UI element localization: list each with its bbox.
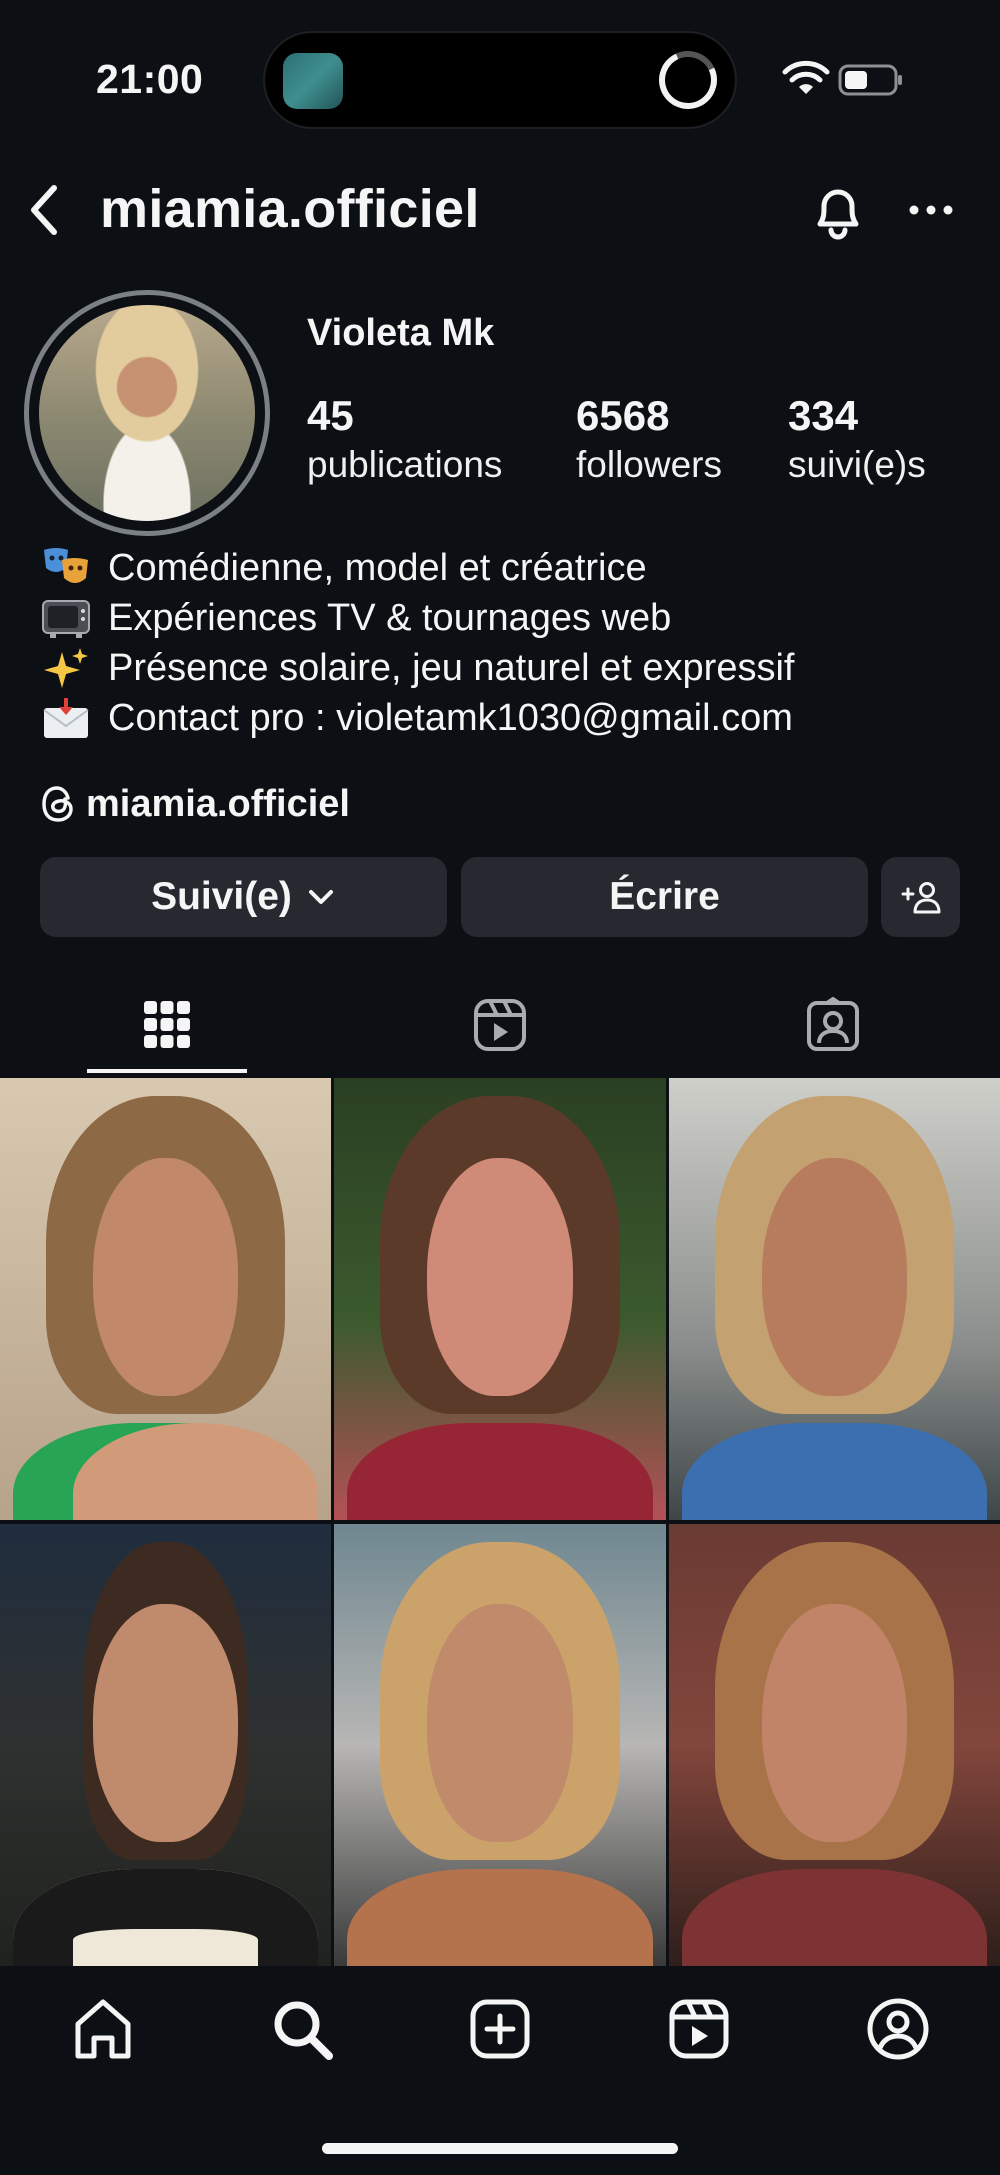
sparkles-icon <box>44 648 88 688</box>
tagged-icon <box>806 997 859 1051</box>
dynamic-island[interactable] <box>265 33 735 127</box>
tab-tagged[interactable] <box>666 975 999 1075</box>
message-button[interactable]: Écrire <box>461 857 868 937</box>
bio-line: Expériences TV & tournages web <box>40 593 980 643</box>
bio-text: Comédienne, model et créatrice <box>108 547 647 589</box>
header-username: miamia.officiel <box>100 179 480 239</box>
bio-line: Comédienne, model et créatrice <box>40 543 980 593</box>
wifi-icon <box>782 60 830 94</box>
stat-following[interactable]: 334 suivi(e)s <box>788 390 926 488</box>
add-person-icon <box>901 882 940 914</box>
back-arrow-icon[interactable] <box>22 180 66 240</box>
stat-posts[interactable]: 45 publications <box>307 390 502 488</box>
notification-bell-icon[interactable] <box>808 180 868 244</box>
status-time: 21:00 <box>96 56 204 102</box>
profile-bio: Comédienne, model et créatrice Expérienc… <box>40 543 980 743</box>
following-button[interactable]: Suivi(e) <box>40 857 447 937</box>
suggest-people-button[interactable] <box>881 857 960 937</box>
posts-count: 45 <box>307 392 354 439</box>
tab-posts-grid[interactable] <box>0 975 333 1075</box>
chevron-down-icon <box>308 890 333 904</box>
post-thumbnail[interactable] <box>0 1524 331 1966</box>
home-indicator[interactable] <box>322 2143 678 2154</box>
status-bar: 21:00 <box>0 0 1000 160</box>
profile-avatar <box>39 305 255 521</box>
envelope-with-arrow-icon <box>43 698 89 738</box>
activity-progress-icon <box>650 42 726 118</box>
stat-followers[interactable]: 6568 followers <box>576 390 722 488</box>
television-icon <box>42 600 90 638</box>
threads-link[interactable]: miamia.officiel <box>40 778 350 830</box>
posts-label: publications <box>307 444 503 485</box>
profile-tabs <box>0 975 1000 1075</box>
more-options-icon[interactable] <box>906 190 956 230</box>
create-icon[interactable] <box>467 1996 533 2062</box>
reels-icon <box>473 999 526 1051</box>
grid-icon <box>143 1001 190 1048</box>
reels-icon[interactable] <box>666 1996 732 2062</box>
bio-text: Contact pro : violetamk1030@gmail.com <box>108 697 793 739</box>
post-thumbnail[interactable] <box>669 1078 1000 1520</box>
profile-icon[interactable] <box>865 1996 931 2062</box>
performing-arts-icon <box>44 548 88 583</box>
tab-reels[interactable] <box>333 975 666 1075</box>
following-button-label: Suivi(e) <box>151 875 292 918</box>
display-name: Violeta Mk <box>307 312 495 354</box>
posts-grid <box>0 1078 1000 1966</box>
bio-line: Contact pro : violetamk1030@gmail.com <box>40 693 980 743</box>
profile-header: miamia.officiel <box>0 160 1000 260</box>
following-label: suivi(e)s <box>788 444 926 485</box>
post-thumbnail[interactable] <box>334 1524 666 1966</box>
battery-icon <box>838 64 902 96</box>
following-count: 334 <box>788 392 859 439</box>
bio-text: Expériences TV & tournages web <box>108 597 672 639</box>
post-thumbnail[interactable] <box>669 1524 1000 1966</box>
now-playing-thumbnail <box>283 53 343 109</box>
followers-count: 6568 <box>576 392 670 439</box>
threads-icon <box>42 786 73 822</box>
profile-avatar-ring[interactable] <box>24 290 270 536</box>
search-icon[interactable] <box>269 1996 335 2062</box>
bio-text: Présence solaire, jeu naturel et express… <box>108 647 795 689</box>
post-thumbnail[interactable] <box>0 1078 331 1520</box>
active-tab-indicator <box>87 1069 247 1073</box>
bio-line: Présence solaire, jeu naturel et express… <box>40 643 980 693</box>
home-icon[interactable] <box>70 1996 136 2062</box>
threads-handle: miamia.officiel <box>86 782 350 825</box>
message-button-label: Écrire <box>609 875 720 918</box>
followers-label: followers <box>576 444 722 485</box>
post-thumbnail[interactable] <box>334 1078 666 1520</box>
